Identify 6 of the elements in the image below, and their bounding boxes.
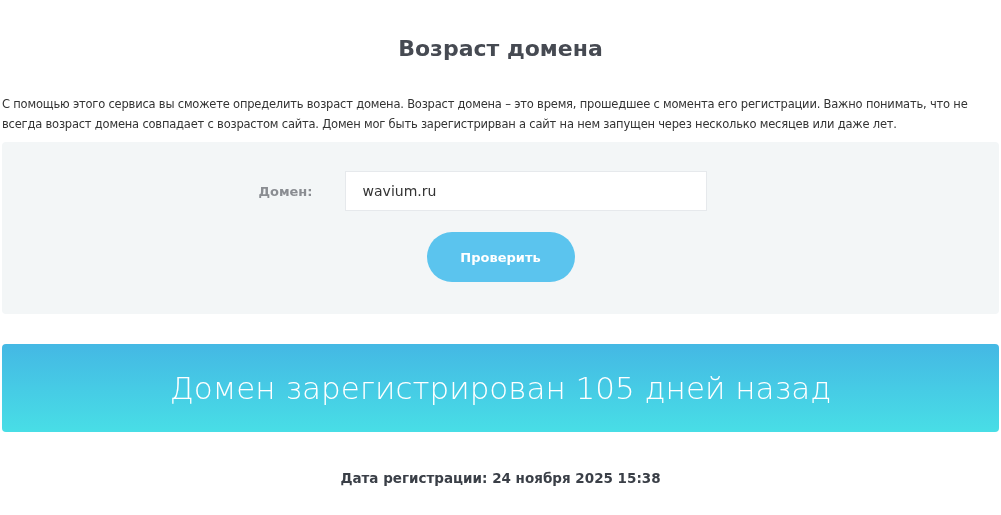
result-text: Домен зарегистрирован 105 дней назад (169, 370, 832, 406)
registration-date: Дата регистрации: 24 ноября 2025 15:38 (339, 470, 662, 486)
domain-input[interactable]: wavium.ru (344, 171, 707, 211)
domain-label: Домен: (258, 183, 313, 199)
description-text: С помощью этого сервиса вы сможете определить возраст домена. Возраст домена – это время, прошедшее с момента его регистрации. Важно понимать, что не всегда возраст домена совпадает с возрастом сайта. Домен мог быть зарегистрирван а сайт на нем запущен через несколько месяцев или даже лет. (2, 96, 969, 133)
page-title: Возраст домена (397, 35, 604, 63)
